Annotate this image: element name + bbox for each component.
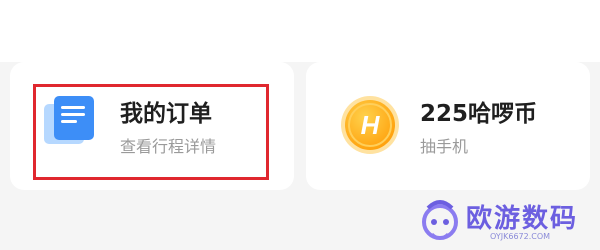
document-icon	[44, 96, 94, 144]
coins-subtitle: 抽手机	[420, 137, 469, 156]
watermark: 欧游数码 OYJK6672.COM	[418, 196, 596, 248]
coin-icon: H	[341, 96, 399, 154]
coins-title: 225哈啰币	[420, 101, 538, 127]
page: 我的订单 查看行程详情 H 225哈啰币 抽手机 欧游数码 OYJK6672.C…	[0, 0, 600, 250]
watermark-logo-icon	[422, 200, 458, 240]
my-orders-title: 我的订单	[120, 101, 212, 127]
watermark-url: OYJK6672.COM	[490, 232, 551, 241]
top-strip	[0, 0, 600, 62]
my-orders-subtitle: 查看行程详情	[120, 137, 217, 156]
coin-letter: H	[361, 110, 381, 140]
watermark-text: 欧游数码	[466, 204, 579, 234]
